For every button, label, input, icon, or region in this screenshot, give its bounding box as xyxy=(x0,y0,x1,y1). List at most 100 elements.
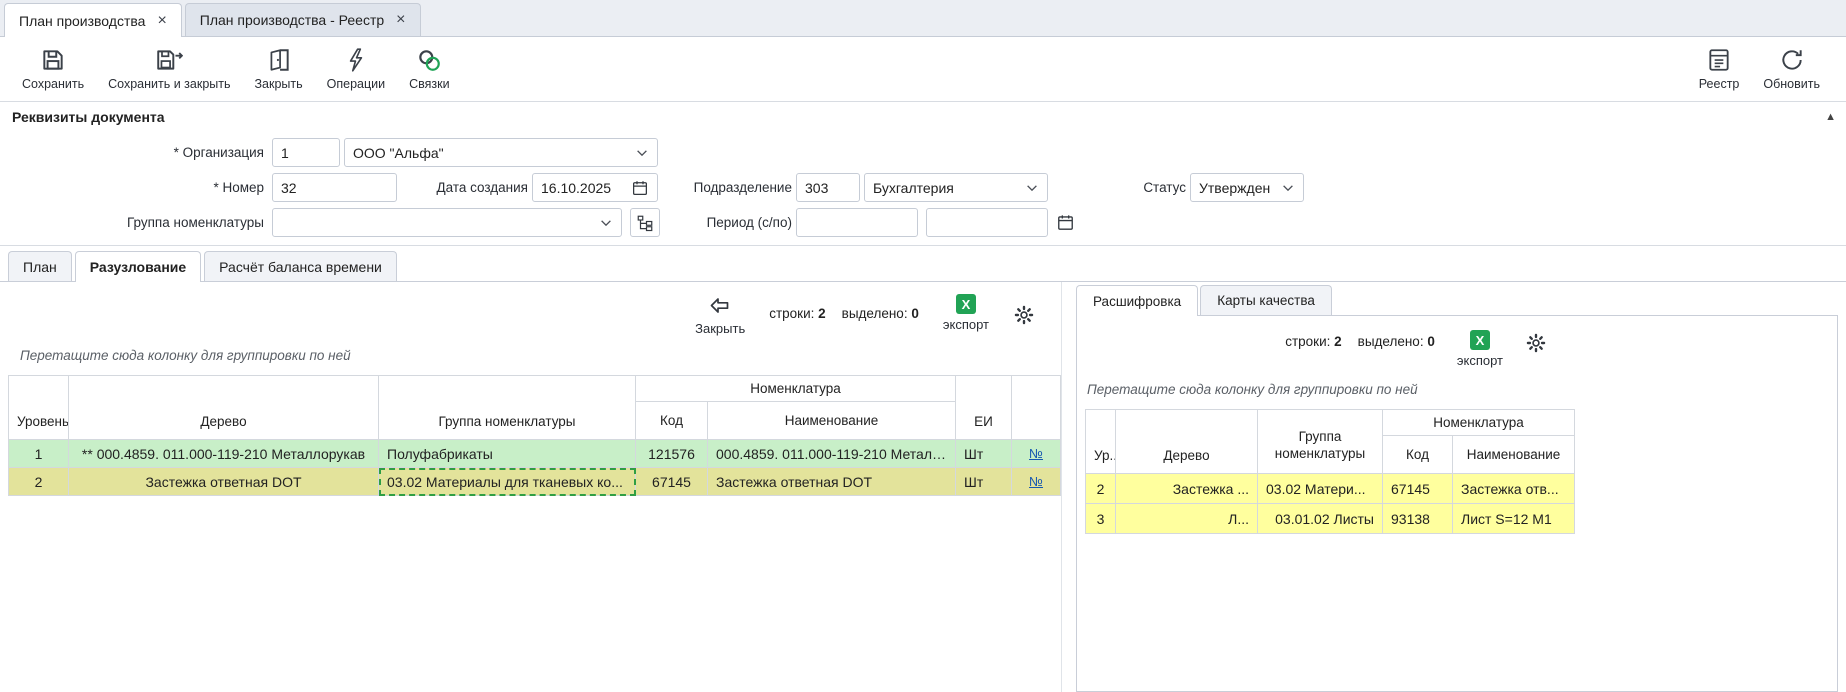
col-header-nomenclature[interactable]: Номенклатура xyxy=(636,376,956,402)
window-tab-plan-registry[interactable]: План производства - Реестр × xyxy=(185,3,421,36)
col-header-group[interactable]: Группа номенклатуры xyxy=(379,376,636,440)
created-date-field[interactable]: 16.10.2025 xyxy=(532,173,658,202)
cell-code[interactable]: 67145 xyxy=(1383,474,1453,504)
col-header-tree[interactable]: Дерево xyxy=(1116,410,1258,474)
cell-group-selected[interactable]: 03.02 Материалы для тканевых ко... xyxy=(379,468,636,496)
tree-icon xyxy=(636,214,654,232)
cell-group[interactable]: 03.01.02 Листы xyxy=(1258,504,1383,534)
close-icon[interactable]: × xyxy=(396,12,405,28)
chevron-down-icon xyxy=(1281,181,1295,195)
grid-close-button[interactable]: Закрыть xyxy=(695,294,745,336)
cell-tree[interactable]: Застежка ... xyxy=(1116,474,1258,504)
tab-razuzlovanie[interactable]: Разузлование xyxy=(75,251,201,282)
save-and-close-button[interactable]: Сохранить и закрыть xyxy=(96,39,242,99)
tab-label: План xyxy=(23,259,57,275)
cell-level[interactable]: 3 xyxy=(1086,504,1116,534)
details-header: Реквизиты документа ▲ xyxy=(0,102,1846,132)
calendar-icon[interactable] xyxy=(631,179,649,197)
rows-counter: строки: 2 xyxy=(769,306,825,321)
number-field[interactable]: 32 xyxy=(272,173,397,202)
grid-settings-gear-icon[interactable] xyxy=(1013,294,1035,326)
col-header-group[interactable]: Группа номенклатуры xyxy=(1258,410,1383,474)
cell-level[interactable]: 2 xyxy=(9,468,69,496)
tab-time-balance[interactable]: Расчёт баланса времени xyxy=(204,251,397,281)
tab-rasshifrovka[interactable]: Расшифровка xyxy=(1076,285,1198,316)
period-to-field[interactable] xyxy=(926,208,1048,237)
col-header-unit[interactable]: ЕИ xyxy=(956,376,1012,440)
cell-group[interactable]: 03.02 Матери... xyxy=(1258,474,1383,504)
back-arrow-icon xyxy=(708,294,732,318)
lightning-icon xyxy=(343,47,369,73)
col-header-code[interactable]: Код xyxy=(636,402,708,440)
col-header-name[interactable]: Наименование xyxy=(708,402,956,440)
cell-level[interactable]: 1 xyxy=(9,440,69,468)
status-label: Статус xyxy=(1064,173,1186,202)
cell-tree[interactable]: ** 000.4859. 011.000-119-210 Металлорука… xyxy=(69,440,379,468)
registry-button[interactable]: Реестр xyxy=(1687,39,1752,99)
organization-select[interactable]: ООО "Альфа" xyxy=(344,138,658,167)
side-grid-table: Ур... Дерево Группа номенклатуры Номенкл… xyxy=(1085,409,1575,534)
col-header-code[interactable]: Код xyxy=(1383,436,1453,474)
tab-quality-cards[interactable]: Карты качества xyxy=(1200,285,1332,315)
nomenclature-group-select[interactable] xyxy=(272,208,622,237)
links-button[interactable]: Связки xyxy=(397,39,461,99)
col-header-level[interactable]: Ур... xyxy=(1086,410,1116,474)
department-select[interactable]: Бухгалтерия xyxy=(864,173,1048,202)
side-grid-toolbar: строки: 2 выделено: 0 X экспорт xyxy=(1077,316,1837,374)
collapse-section-icon[interactable]: ▲ xyxy=(1825,111,1836,123)
cell-unit[interactable]: Шт xyxy=(956,440,1012,468)
side-panel-body: строки: 2 выделено: 0 X экспорт Перетащи… xyxy=(1076,315,1838,692)
close-button[interactable]: Закрыть xyxy=(243,39,315,99)
department-code-field[interactable]: 303 xyxy=(796,173,860,202)
department-label: Подразделение xyxy=(656,173,792,202)
cell-tree[interactable]: Л... xyxy=(1116,504,1258,534)
export-label: экспорт xyxy=(1457,353,1503,368)
cell-tree[interactable]: Застежка ответная DOT xyxy=(69,468,379,496)
close-label: Закрыть xyxy=(255,77,303,91)
export-button[interactable]: X экспорт xyxy=(1457,330,1503,368)
cell-link[interactable]: № xyxy=(1012,468,1061,496)
excel-export-icon: X xyxy=(956,294,976,314)
period-calendar-icon[interactable] xyxy=(1056,208,1075,237)
cell-code[interactable]: 93138 xyxy=(1383,504,1453,534)
close-icon[interactable]: × xyxy=(157,13,166,29)
document-details-section: Реквизиты документа ▲ * Организация 1 ОО… xyxy=(0,101,1846,246)
export-button[interactable]: X экспорт xyxy=(943,294,989,332)
col-header-tree[interactable]: Дерево xyxy=(69,376,379,440)
save-label: Сохранить xyxy=(22,77,84,91)
cell-level[interactable]: 2 xyxy=(1086,474,1116,504)
status-select[interactable]: Утвержден xyxy=(1190,173,1304,202)
operations-button[interactable]: Операции xyxy=(315,39,397,99)
col-header-name[interactable]: Наименование xyxy=(1453,436,1575,474)
cell-code[interactable]: 67145 xyxy=(636,468,708,496)
cell-group[interactable]: Полуфабрикаты xyxy=(379,440,636,468)
content-area: Закрыть строки: 2 выделено: 0 X экспорт … xyxy=(0,282,1846,692)
nomenclature-group-label: Группа номенклатуры xyxy=(0,208,264,237)
chevron-down-icon xyxy=(635,146,649,160)
details-form: * Организация 1 ООО "Альфа" * Номер 32 Д… xyxy=(0,132,1846,245)
main-grid-panel: Закрыть строки: 2 выделено: 0 X экспорт … xyxy=(8,282,1062,692)
tab-label: Расчёт баланса времени xyxy=(219,259,382,275)
col-header-level[interactable]: Уровень xyxy=(9,376,69,440)
cell-name[interactable]: Лист S=12 М1 xyxy=(1453,504,1575,534)
cell-link[interactable]: № xyxy=(1012,440,1061,468)
col-header-extra[interactable] xyxy=(1012,376,1061,440)
col-header-nomenclature[interactable]: Номенклатура xyxy=(1383,410,1575,436)
tab-plan[interactable]: План xyxy=(8,251,72,281)
cell-name[interactable]: Застежка отв... xyxy=(1453,474,1575,504)
cell-unit[interactable]: Шт xyxy=(956,468,1012,496)
refresh-button[interactable]: Обновить xyxy=(1751,39,1832,99)
excel-export-icon: X xyxy=(1470,330,1490,350)
cell-code[interactable]: 121576 xyxy=(636,440,708,468)
cell-name[interactable]: Застежка ответная DOT xyxy=(708,468,956,496)
grid-settings-gear-icon[interactable] xyxy=(1525,330,1547,354)
tab-label: Карты качества xyxy=(1217,293,1315,308)
save-button[interactable]: Сохранить xyxy=(10,39,96,99)
organization-code-field[interactable]: 1 xyxy=(272,138,340,167)
period-from-field[interactable] xyxy=(796,208,918,237)
created-date-value: 16.10.2025 xyxy=(541,180,631,196)
table-row: 1 ** 000.4859. 011.000-119-210 Металлору… xyxy=(9,440,1061,468)
window-tab-plan[interactable]: План производства × xyxy=(4,3,182,37)
cell-name[interactable]: 000.4859. 011.000-119-210 Металл... xyxy=(708,440,956,468)
details-title: Реквизиты документа xyxy=(12,109,165,125)
